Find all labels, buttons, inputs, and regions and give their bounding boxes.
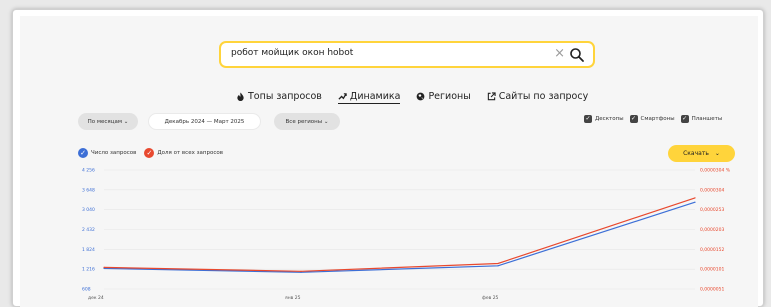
data-point — [694, 197, 696, 199]
y-right-tick-label: 0,0000304 % — [700, 168, 731, 174]
y-right-tick-label: 0,0000253 — [700, 207, 724, 213]
y-right-tick-label: 0,0000304 — [700, 187, 724, 193]
y-left-tick-label: 1 824 — [82, 247, 95, 253]
series-line-count — [103, 201, 696, 273]
data-point — [497, 262, 499, 265]
y-right-tick-label: 0,0000101 — [700, 267, 724, 273]
y-left-tick-label: 608 — [82, 287, 91, 293]
y-right-tick-label: 0,0000203 — [700, 227, 724, 233]
data-point — [103, 266, 105, 268]
data-point — [300, 270, 302, 272]
y-left-tick-label: 3 040 — [82, 207, 95, 213]
data-point — [497, 265, 499, 267]
data-point — [694, 201, 696, 203]
x-tick-label: дек 24 — [88, 295, 104, 301]
x-tick-label: фев 25 — [482, 295, 499, 301]
y-left-tick-label: 4 256 — [82, 168, 95, 174]
y-left-tick-label: 1 216 — [82, 267, 95, 273]
x-tick-label: янв 25 — [285, 295, 301, 301]
y-right-tick-label: 0,0000152 — [700, 247, 724, 253]
series-line-share — [103, 197, 696, 272]
y-left-tick-label: 2 432 — [82, 227, 95, 233]
y-left-tick-label: 3 648 — [82, 187, 95, 193]
line-chart: 4 256 0,0000304 % 3 648 0,0000304 3 040 0,000… — [82, 168, 731, 302]
y-right-tick-label: 0,0000051 — [700, 287, 724, 293]
